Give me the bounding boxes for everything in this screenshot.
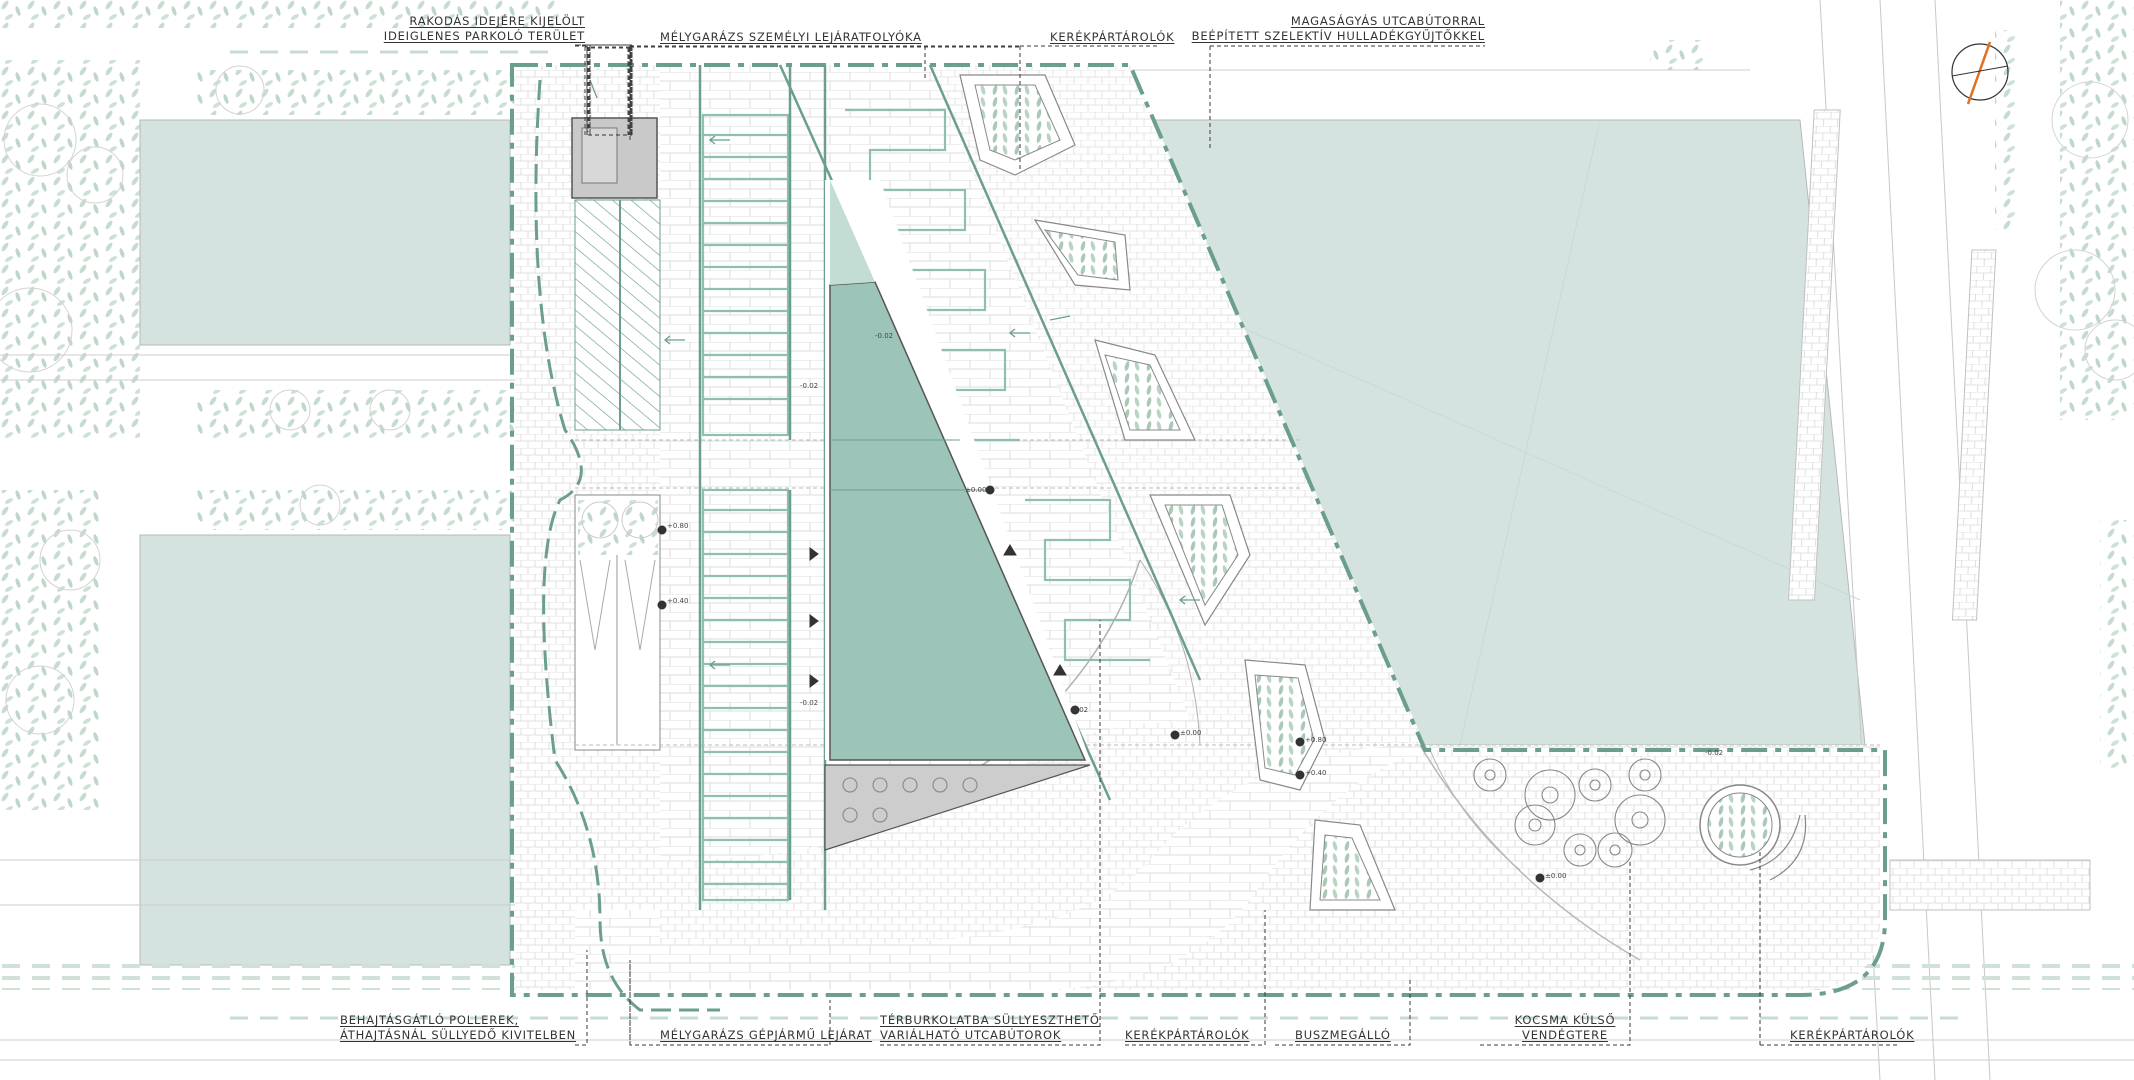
svg-text:-0.02: -0.02 [800,382,818,390]
label-gutter: FOLYÓKA [865,30,922,44]
label-garage-vehicle: MÉLYGARÁZS GÉPJÁRMŰ LEJÁRAT [660,1028,873,1042]
svg-text:+0.40: +0.40 [667,597,688,605]
site-plan: { "labels": { "top_loading_line1": "RAKO… [0,0,2134,1080]
label-street-furniture: TÉRBURKOLATBA SÜLLYESZTHETŐ VARIÁLHATÓ U… [880,1013,1100,1042]
svg-text:±0.00: ±0.00 [965,486,986,494]
label-bike-racks-bottom-2: KERÉKPÁRTÁROLÓK [1790,1028,1915,1042]
label-bike-racks-top: KERÉKPÁRTÁROLÓK [1050,30,1175,44]
label-loading-area: RAKODÁS IDEJÉRE KIJELÖLT IDEIGLENES PARK… [383,14,585,43]
label-garage-pedestrian: MÉLYGARÁZS SZEMÉLYI LEJÁRAT [660,30,867,44]
label-bollards: BEHAJTÁSGÁTLÓ POLLEREK, ÁTHAJTÁSNÁL SÜLL… [340,1013,577,1042]
svg-text:±0.00: ±0.00 [1545,872,1566,880]
label-bike-racks-bottom-1: KERÉKPÁRTÁROLÓK [1125,1028,1250,1042]
svg-text:-0.02: -0.02 [1705,749,1723,757]
svg-text:-0.02: -0.02 [800,699,818,707]
label-bus-stop: BUSZMEGÁLLÓ [1295,1028,1391,1042]
svg-text:±0.00: ±0.00 [1180,729,1201,737]
svg-text:-0.02: -0.02 [875,332,893,340]
svg-text:-0.02: -0.02 [1070,706,1088,714]
svg-text:+0.80: +0.80 [667,522,688,530]
label-raised-bed: MAGASÁGYÁS UTCABÚTORRAL BEÉPÍTETT SZELEK… [1191,14,1485,43]
svg-text:+0.80: +0.80 [1305,736,1326,744]
plan-drawing: -0.02 -0.02 ±0.00 +0.80 +0.40 -0.02 -0.0… [0,0,2134,1080]
svg-text:+0.40: +0.40 [1305,769,1326,777]
label-pub-terrace: KOCSMA KÜLSŐ VENDÉGTERE [1514,1013,1616,1042]
